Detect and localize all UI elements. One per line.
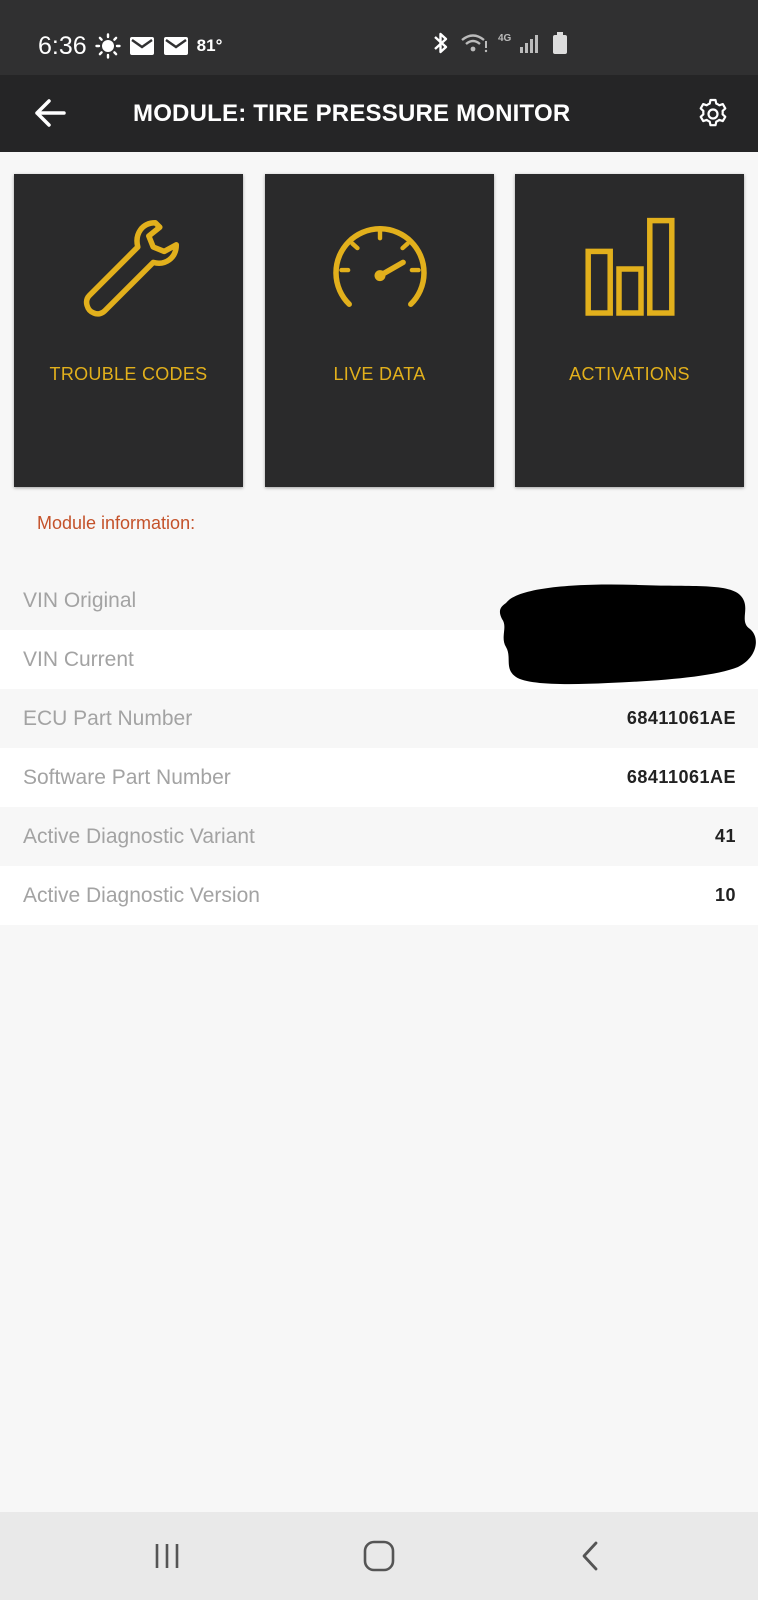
mail-icon [129, 35, 155, 57]
module-info-heading: Module information: [37, 513, 196, 533]
system-back-button[interactable] [550, 1512, 630, 1600]
arrow-left-icon [35, 99, 66, 127]
tile-label: ACTIVATIONS [569, 364, 690, 384]
vin-redaction [498, 581, 758, 691]
info-value: 68411061AE [626, 767, 736, 787]
info-value: 10 [714, 885, 736, 905]
tile-activations[interactable]: ACTIVATIONS [515, 174, 744, 487]
info-row-diagnostic-variant: Active Diagnostic Variant 41 [0, 807, 758, 866]
back-button[interactable] [30, 93, 70, 133]
info-row-software-part-number: Software Part Number 68411061AE [0, 748, 758, 807]
page-title: MODULE: TIRE PRESSURE MONITOR [133, 100, 571, 127]
info-label: Software Part Number [23, 766, 231, 789]
info-label: VIN Current [23, 648, 134, 671]
wifi-icon [460, 32, 488, 54]
gear-icon [699, 98, 727, 127]
tile-trouble-codes[interactable]: TROUBLE CODES [14, 174, 243, 487]
recent-apps-button[interactable] [127, 1512, 207, 1600]
bluetooth-icon [432, 30, 450, 56]
info-label: Active Diagnostic Version [23, 884, 260, 907]
speedometer-icon [265, 214, 494, 324]
home-icon [363, 1540, 395, 1572]
info-label: VIN Original [23, 589, 137, 612]
status-time: 6:36 [38, 31, 87, 60]
chevron-left-icon [582, 1541, 598, 1571]
network-type: 4G [498, 33, 512, 44]
module-tiles: TROUBLE CODES LIVE DATA ACTIVATIONS [14, 174, 744, 487]
info-row-diagnostic-version: Active Diagnostic Version 10 [0, 866, 758, 925]
tile-live-data[interactable]: LIVE DATA [265, 174, 494, 487]
recent-apps-icon [155, 1544, 179, 1568]
bar-chart-icon [515, 214, 744, 324]
system-nav-bar [0, 1512, 758, 1600]
home-button[interactable] [339, 1512, 419, 1600]
status-bar: 6:36 81° 4G [0, 0, 758, 75]
tile-label: TROUBLE CODES [49, 364, 208, 384]
wrench-icon [14, 214, 243, 324]
info-row-ecu-part-number: ECU Part Number 68411061AE [0, 689, 758, 748]
info-label: Active Diagnostic Variant [23, 825, 255, 848]
status-right: 4G [432, 30, 568, 56]
battery-icon [552, 31, 568, 55]
info-value: 41 [714, 826, 736, 846]
info-value: 68411061AE [626, 708, 736, 728]
brightness-icon [94, 33, 121, 59]
status-temperature: 81° [196, 36, 223, 55]
mail-icon-2 [163, 35, 189, 57]
app-bar: MODULE: TIRE PRESSURE MONITOR [0, 75, 758, 152]
info-label: ECU Part Number [23, 707, 193, 730]
settings-button[interactable] [694, 95, 732, 133]
tile-label: LIVE DATA [333, 364, 426, 384]
signal-icon: 4G [498, 31, 542, 55]
